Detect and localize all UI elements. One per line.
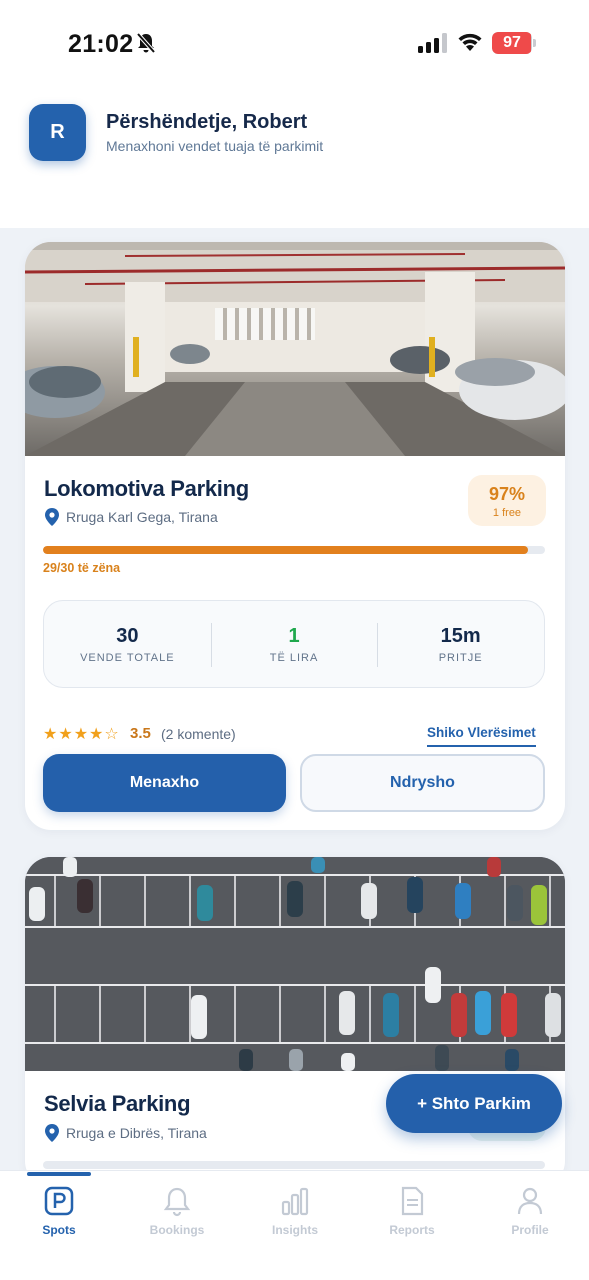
tab-label: Profile [511,1223,549,1237]
parking-card[interactable]: Lokomotiva Parking Rruga Karl Gega, Tira… [25,242,565,830]
tab-bookings[interactable]: Bookings [132,1185,222,1237]
occupancy-percent: 97% [488,484,526,504]
stats-panel: 30 VENDE TOTALE 1 TË LIRA 15m PRITJE [43,600,545,688]
stat-label: VENDE TOTALE [80,651,175,664]
tab-insights[interactable]: Insights [250,1185,340,1237]
page-header: R Përshëndetje, Robert Menaxhoni vendet … [0,88,589,228]
wifi-icon [456,31,484,58]
parking-card[interactable]: Selvia Parking Rruga e Dibrës, Tirana [25,857,565,1187]
stat-value: 30 [116,624,139,647]
parking-icon [14,1185,104,1217]
parking-photo [25,242,565,456]
occupancy-progress-bar [43,546,545,554]
star-icon: ★ [58,726,74,743]
stat-value: 1 [288,624,300,647]
manage-button[interactable]: Menaxho [43,754,286,812]
parking-address: Rruga e Dibrës, Tirana [66,1125,207,1141]
silent-mode-icon [136,32,156,59]
location-pin-icon [45,508,59,526]
tab-label: Reports [389,1223,435,1237]
edit-button[interactable]: Ndrysho [300,754,545,812]
person-icon [485,1185,575,1217]
tab-label: Insights [271,1223,318,1237]
stat-free-spots: 1 TË LIRA [210,622,378,667]
tab-label: Spots [42,1223,76,1237]
stat-label: TË LIRA [269,651,319,664]
battery-percent: 97 [503,34,521,51]
location-pin-icon [45,1124,59,1142]
star-icon: ★ [73,726,90,743]
stat-value: 15m [440,624,481,647]
document-icon [367,1185,457,1217]
stat-total-spots: 30 VENDE TOTALE [44,625,211,664]
greeting-subtitle: Menaxhoni vendet tuaja të parkimit [106,138,324,154]
active-tab-indicator [27,1172,91,1176]
bar-chart-icon [250,1185,340,1217]
battery-indicator: 97 [492,32,536,54]
avatar[interactable]: R [29,104,86,161]
bell-icon [132,1185,222,1217]
parking-name: Lokomotiva Parking [44,476,249,501]
tab-profile[interactable]: Profile [485,1185,575,1237]
status-time: 21:02 [68,30,134,58]
bottom-tab-bar: Spots Bookings Insights Reports Profile [0,1170,589,1280]
stat-wait-time: 15m PRITJE [377,622,544,667]
greeting-title: Përshëndetje, Robert [106,111,308,133]
parking-photo [25,857,565,1071]
tab-spots[interactable]: Spots [14,1185,104,1237]
occupancy-badge: 97% 1 free [468,475,546,526]
rating-value: 3.5 [130,725,151,742]
star-outline-icon: ☆ [104,726,120,743]
add-parking-button[interactable]: + Shto Parkim [386,1074,562,1133]
reviews-count: (2 komente) [161,726,236,742]
occupied-count: 29/30 të zëna [43,561,121,575]
status-bar: 21:02 97 [0,0,589,88]
occupancy-progress-bar [43,1161,545,1169]
tab-reports[interactable]: Reports [367,1185,457,1237]
view-reviews-link[interactable]: Shiko Vlerësimet [427,725,536,747]
parking-name: Selvia Parking [44,1091,191,1116]
rating-stars: ★★★★☆ [43,724,120,744]
stat-label: PRITJE [438,651,483,664]
cellular-signal-icon [418,33,448,58]
star-icon: ★ [43,726,59,743]
star-icon: ★ [89,726,105,743]
tab-label: Bookings [149,1223,205,1237]
parking-address: Rruga Karl Gega, Tirana [66,509,218,525]
free-count: 1 free [492,507,522,519]
occupancy-progress-fill [43,546,529,554]
